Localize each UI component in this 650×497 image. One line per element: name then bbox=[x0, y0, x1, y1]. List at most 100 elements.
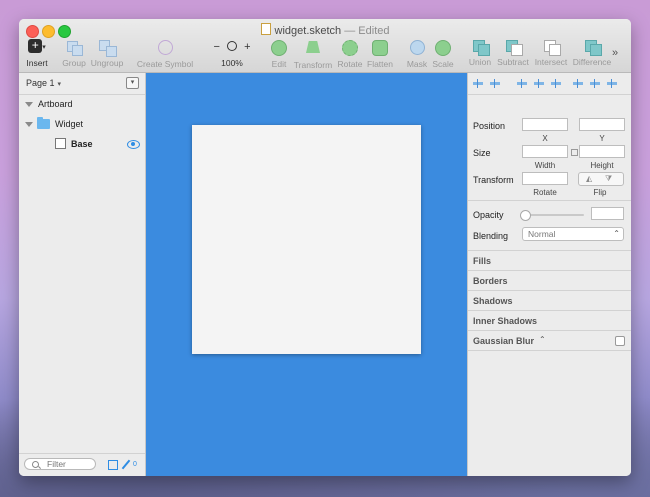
zoom-level: 100% bbox=[221, 58, 243, 68]
rotate-label: Rotate bbox=[337, 59, 363, 69]
align-center-icon[interactable] bbox=[534, 79, 544, 88]
rotate-label: Rotate bbox=[533, 188, 557, 197]
section-fills[interactable]: Fills bbox=[468, 250, 631, 271]
intersect-icon bbox=[542, 39, 561, 56]
flip-buttons[interactable] bbox=[578, 172, 624, 186]
intersect-button[interactable]: Intersect bbox=[534, 39, 568, 67]
pages-toggle-button[interactable]: ▾ bbox=[126, 77, 139, 89]
intersect-label: Intersect bbox=[534, 57, 568, 67]
section-label: Fills bbox=[473, 256, 492, 266]
canvas[interactable] bbox=[146, 73, 467, 476]
gaussian-blur-checkbox[interactable] bbox=[615, 336, 625, 346]
ungroup-button[interactable]: Ungroup bbox=[90, 39, 124, 68]
height-field[interactable] bbox=[579, 145, 625, 158]
create-symbol-button[interactable]: Create Symbol bbox=[136, 39, 194, 69]
magnifier-icon bbox=[227, 41, 237, 51]
union-label: Union bbox=[468, 57, 492, 67]
flatten-button[interactable]: Flatten bbox=[366, 39, 394, 69]
zoom-out-button[interactable]: − bbox=[214, 41, 220, 53]
divider bbox=[468, 350, 631, 351]
edit-button[interactable]: Edit bbox=[269, 39, 289, 69]
sketch-window: widget.sketch — Edited + ▾ Insert Group U… bbox=[19, 19, 631, 476]
disclosure-triangle-icon[interactable] bbox=[25, 102, 33, 107]
opacity-slider[interactable] bbox=[522, 214, 584, 216]
lock-icon[interactable] bbox=[571, 149, 578, 156]
layer-row-base[interactable]: Base bbox=[19, 134, 145, 154]
transform-icon bbox=[304, 41, 322, 58]
zoom-in-button[interactable]: + bbox=[244, 41, 250, 53]
subtract-button[interactable]: Subtract bbox=[496, 39, 530, 67]
opacity-slider-knob[interactable] bbox=[520, 210, 531, 221]
position-label: Position bbox=[473, 121, 506, 131]
position-y-field[interactable] bbox=[579, 118, 625, 131]
transform-label: Transform bbox=[473, 175, 514, 185]
scale-icon bbox=[434, 40, 452, 57]
scale-button[interactable]: Scale bbox=[431, 39, 455, 69]
distribute-horizontal-icon[interactable] bbox=[473, 79, 483, 88]
section-gaussian-blur[interactable]: Gaussian Blur ⌃ bbox=[468, 330, 631, 351]
subtract-label: Subtract bbox=[497, 57, 529, 67]
filter-bar: 0 bbox=[19, 453, 145, 476]
document-icon bbox=[260, 23, 271, 35]
difference-button[interactable]: Difference bbox=[572, 39, 612, 67]
group-label: Group bbox=[62, 58, 86, 68]
page-row: Page 1 ▾ bbox=[19, 73, 145, 95]
opacity-field[interactable] bbox=[591, 207, 624, 220]
width-field[interactable] bbox=[522, 145, 568, 158]
search-icon bbox=[32, 461, 39, 468]
align-left-icon[interactable] bbox=[517, 79, 527, 88]
group-button[interactable]: Group bbox=[61, 39, 87, 68]
mask-button[interactable]: Mask bbox=[406, 39, 428, 69]
chevron-updown-icon: ⌃ bbox=[613, 229, 620, 238]
layer-label: Widget bbox=[55, 119, 84, 129]
y-label: Y bbox=[599, 134, 605, 143]
opacity-label: Opacity bbox=[473, 210, 504, 220]
symbol-icon bbox=[156, 40, 174, 57]
difference-icon bbox=[583, 39, 602, 56]
disclosure-triangle-icon[interactable] bbox=[25, 122, 33, 127]
divider bbox=[468, 200, 631, 201]
transform-label: Transform bbox=[293, 60, 333, 70]
insert-button[interactable]: + ▾ Insert bbox=[25, 39, 49, 69]
union-button[interactable]: Union bbox=[467, 39, 493, 67]
width-label: Width bbox=[534, 161, 556, 170]
position-x-field[interactable] bbox=[522, 118, 568, 131]
chevron-down-icon: ▾ bbox=[42, 44, 46, 51]
blending-value: Normal bbox=[528, 229, 556, 239]
pen-count: 0 bbox=[133, 461, 137, 468]
document-name: widget.sketch bbox=[274, 25, 342, 37]
copy-icon[interactable] bbox=[108, 460, 118, 470]
size-label: Size bbox=[473, 148, 491, 158]
height-label: Height bbox=[590, 161, 614, 170]
page-selector[interactable]: Page 1 bbox=[26, 78, 61, 88]
section-shadows[interactable]: Shadows bbox=[468, 290, 631, 311]
distribute-vertical-icon[interactable] bbox=[490, 79, 500, 88]
create-symbol-label: Create Symbol bbox=[136, 59, 194, 69]
edited-status: — Edited bbox=[344, 25, 390, 37]
alignment-toolbar bbox=[468, 73, 631, 95]
rotate-button[interactable]: Rotate bbox=[337, 39, 363, 69]
eye-icon[interactable] bbox=[127, 140, 140, 149]
pen-icon[interactable] bbox=[121, 459, 131, 470]
align-top-icon[interactable] bbox=[573, 79, 583, 88]
rotate-field[interactable] bbox=[522, 172, 568, 185]
flatten-icon bbox=[371, 40, 389, 57]
blending-select[interactable]: Normal ⌃ bbox=[522, 227, 624, 241]
align-right-icon[interactable] bbox=[551, 79, 561, 88]
layer-row-widget[interactable]: Widget bbox=[19, 114, 145, 134]
chevron-updown-icon[interactable]: ⌃ bbox=[539, 335, 546, 344]
section-label: Shadows bbox=[473, 296, 513, 306]
artboard[interactable] bbox=[192, 125, 421, 354]
align-middle-icon[interactable] bbox=[590, 79, 600, 88]
section-inner-shadows[interactable]: Inner Shadows bbox=[468, 310, 631, 331]
layer-row-artboard[interactable]: Artboard bbox=[19, 94, 145, 114]
align-bottom-icon[interactable] bbox=[607, 79, 617, 88]
insert-label: Insert bbox=[26, 58, 48, 68]
more-tools-button[interactable]: » bbox=[612, 47, 618, 59]
section-label: Borders bbox=[473, 276, 508, 286]
subtract-icon bbox=[504, 39, 523, 56]
section-borders[interactable]: Borders bbox=[468, 270, 631, 291]
transform-button[interactable]: Transform bbox=[293, 39, 333, 70]
group-icon bbox=[65, 39, 83, 56]
layer-label: Base bbox=[71, 139, 93, 149]
